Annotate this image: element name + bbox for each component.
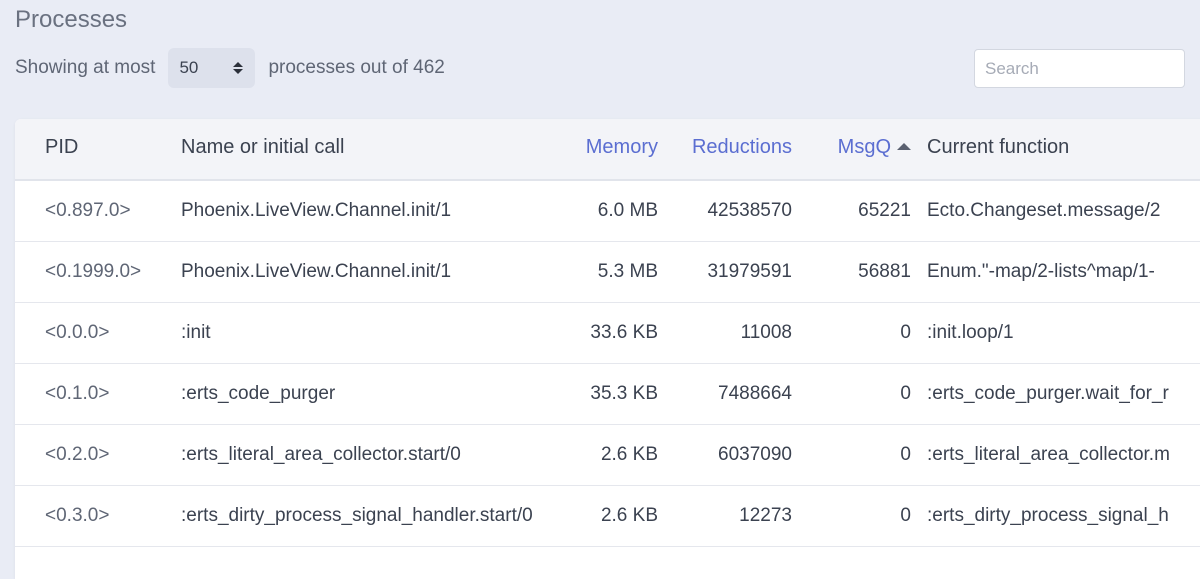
cell-name: :erts_literal_area_collector.start/0 xyxy=(181,444,461,465)
header-pid: PID xyxy=(45,136,79,158)
cell-msgq: 0 xyxy=(900,505,911,526)
header-reductions[interactable]: Reductions xyxy=(692,136,792,159)
cell-msgq: 0 xyxy=(900,383,911,404)
table-row[interactable]: <0.897.0> Phoenix.LiveView.Channel.init/… xyxy=(15,181,1200,242)
cell-msgq: 0 xyxy=(900,444,911,465)
limit-prefix-label: Showing at most xyxy=(15,57,156,78)
page-title: Processes xyxy=(15,6,128,33)
cell-pid: <0.1999.0> xyxy=(45,261,142,282)
cell-memory: 6.0 MB xyxy=(597,200,658,221)
cell-pid: <0.0.0> xyxy=(45,322,110,343)
cell-reductions: 7488664 xyxy=(718,383,792,404)
table-header: PID Name or initial call Memory Reductio… xyxy=(15,119,1200,181)
cell-pid: <0.897.0> xyxy=(45,200,131,221)
cell-memory: 33.6 KB xyxy=(590,322,658,343)
header-name: Name or initial call xyxy=(181,136,345,158)
cell-reductions: 12273 xyxy=(739,505,792,526)
limit-select[interactable]: 50 xyxy=(168,48,256,88)
header-msgq[interactable]: MsgQ xyxy=(823,136,911,159)
table-row[interactable]: <0.0.0> :init 33.6 KB 11008 0 :init.loop… xyxy=(15,303,1200,364)
cell-memory: 2.6 KB xyxy=(600,505,658,526)
cell-memory: 2.6 KB xyxy=(600,444,658,465)
select-updown-icon xyxy=(233,62,244,74)
header-memory[interactable]: Memory xyxy=(586,136,658,159)
limit-select-value: 50 xyxy=(179,58,199,77)
cell-pid: <0.3.0> xyxy=(45,505,110,526)
cell-name: :init xyxy=(181,322,211,343)
cell-current-function: :erts_code_purger.wait_for_r xyxy=(927,383,1169,404)
limit-suffix-label: processes out of 462 xyxy=(268,57,445,78)
cell-memory: 5.3 MB xyxy=(597,261,658,282)
cell-name: :erts_code_purger xyxy=(181,383,336,404)
cell-reductions: 11008 xyxy=(740,322,792,343)
cell-current-function: Enum."-map/2-lists^map/1- xyxy=(927,261,1155,282)
cell-msgq: 65221 xyxy=(858,200,911,221)
header-current-function: Current function xyxy=(927,136,1070,158)
table-row[interactable]: <0.1.0> :erts_code_purger 35.3 KB 748866… xyxy=(15,364,1200,425)
cell-reductions: 31979591 xyxy=(707,261,792,282)
table-row[interactable]: <0.2.0> :erts_literal_area_collector.sta… xyxy=(15,425,1200,486)
cell-current-function: :init.loop/1 xyxy=(927,322,1014,343)
cell-reductions: 6037090 xyxy=(718,444,792,465)
cell-name: :erts_dirty_process_signal_handler.start… xyxy=(181,505,533,526)
cell-current-function: Ecto.Changeset.message/2 xyxy=(927,200,1161,221)
table-row[interactable]: <0.3.0> :erts_dirty_process_signal_handl… xyxy=(15,486,1200,547)
cell-name: Phoenix.LiveView.Channel.init/1 xyxy=(181,200,452,221)
search-input[interactable] xyxy=(974,49,1185,88)
cell-current-function: :erts_literal_area_collector.m xyxy=(927,444,1170,465)
processes-table: PID Name or initial call Memory Reductio… xyxy=(15,119,1200,579)
cell-pid: <0.2.0> xyxy=(45,444,110,465)
table-row[interactable]: <0.1999.0> Phoenix.LiveView.Channel.init… xyxy=(15,242,1200,303)
cell-name: Phoenix.LiveView.Channel.init/1 xyxy=(181,261,452,282)
cell-memory: 35.3 KB xyxy=(590,383,658,404)
cell-msgq: 56881 xyxy=(858,261,911,282)
header-msgq-label: MsgQ xyxy=(837,136,891,158)
cell-msgq: 0 xyxy=(900,322,911,343)
limit-controls: Showing at most 50 processes out of 462 xyxy=(15,48,445,88)
cell-pid: <0.1.0> xyxy=(45,383,110,404)
cell-reductions: 42538570 xyxy=(707,200,792,221)
sort-ascending-icon xyxy=(897,143,911,150)
cell-current-function: :erts_dirty_process_signal_h xyxy=(927,505,1169,526)
